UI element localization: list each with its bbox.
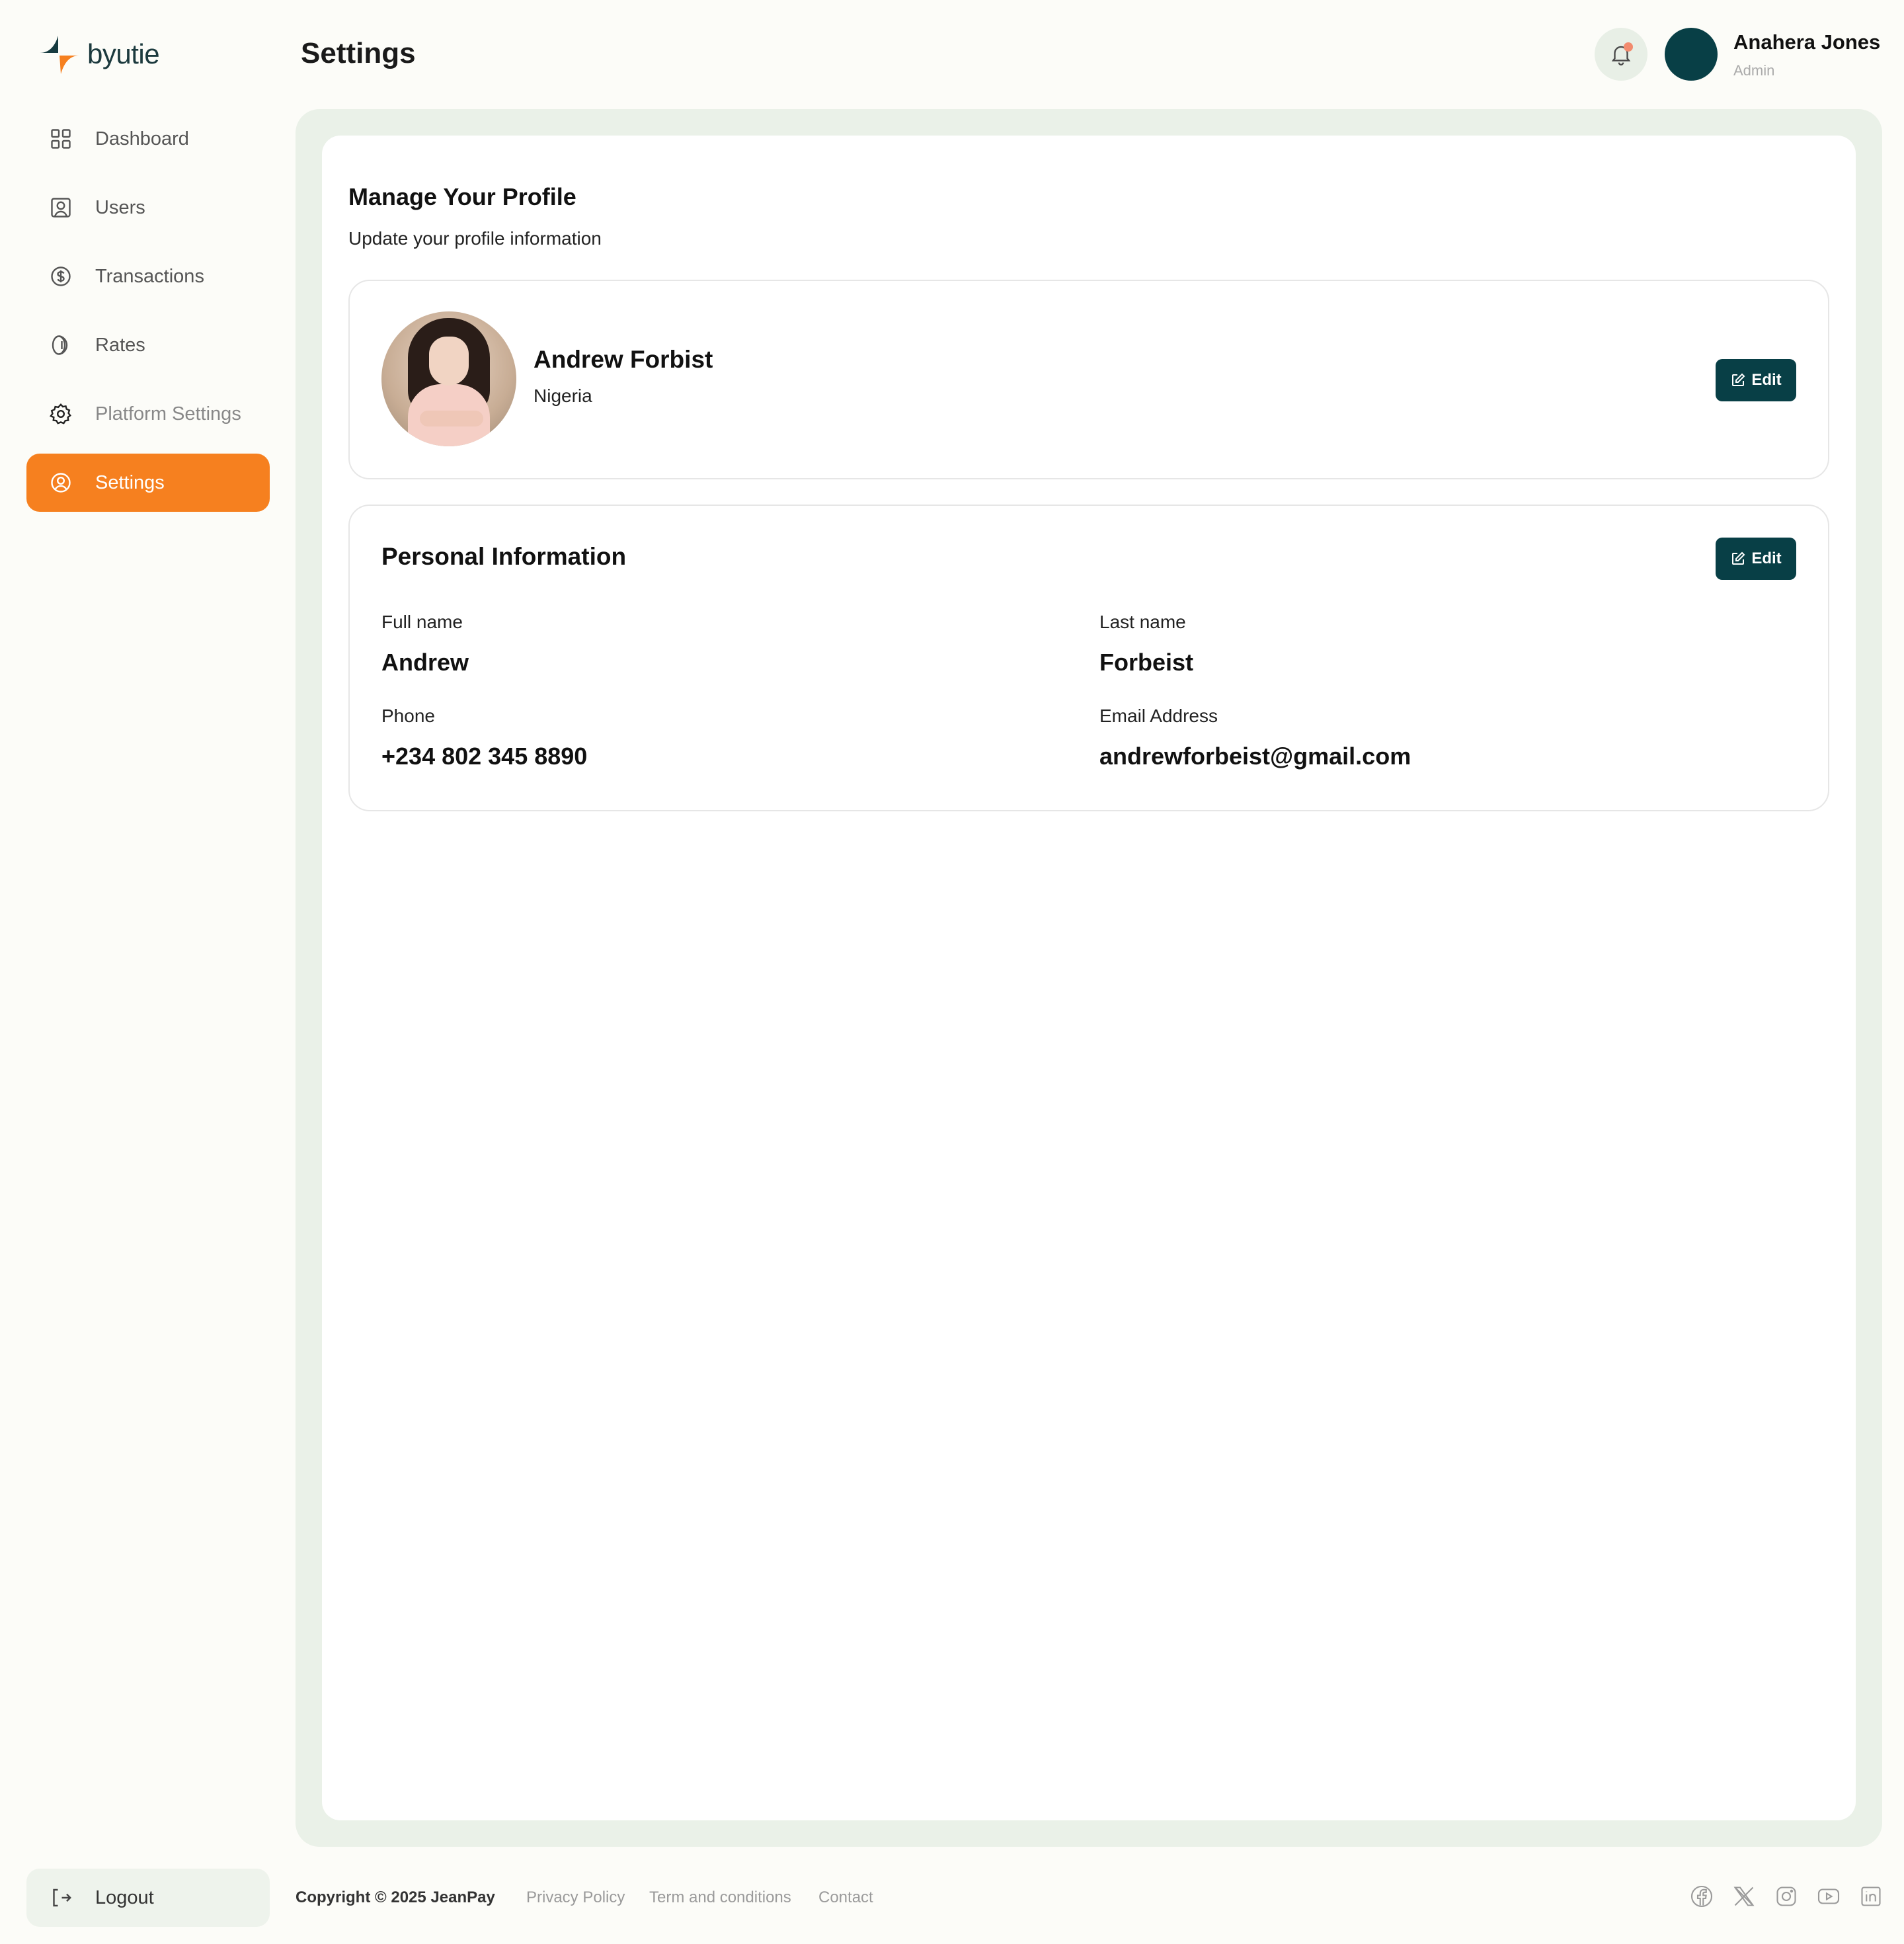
user-square-icon (48, 194, 74, 221)
brand-name: byutie (87, 38, 160, 69)
sidebar-item-label: Settings (95, 471, 165, 493)
edit-label: Edit (1751, 371, 1782, 389)
content-panel: Manage Your Profile Update your profile … (322, 136, 1856, 1820)
dollar-circle-icon (48, 263, 74, 290)
sidebar-item-label: Users (95, 196, 145, 218)
copyright: Copyright © 2025 JeanPay (296, 1888, 495, 1906)
personal-info-card: Personal Information Edit Full name Andr… (348, 505, 1829, 811)
phone-value: +234 802 345 8890 (381, 743, 588, 770)
sidebar-item-label: Dashboard (95, 128, 189, 149)
user-circle-icon (48, 469, 74, 496)
phone-label: Phone (381, 706, 435, 726)
grid-icon (48, 126, 74, 152)
linkedin-icon[interactable] (1859, 1884, 1883, 1908)
section-heading: Manage Your Profile (348, 183, 576, 210)
sidebar-nav: Dashboard Users Transactions Rates Platf… (26, 110, 270, 522)
logout-label: Logout (95, 1886, 154, 1908)
edit-icon (1732, 373, 1745, 386)
contact-link[interactable]: Contact (818, 1888, 873, 1907)
sidebar-item-label: Transactions (95, 265, 204, 287)
page-title: Settings (301, 37, 416, 69)
notification-dot (1624, 42, 1633, 52)
profile-country: Nigeria (534, 385, 592, 406)
logout-button[interactable]: Logout (26, 1869, 270, 1927)
profile-card: Andrew Forbist Nigeria Edit (348, 280, 1829, 479)
user-name: Anahera Jones (1733, 30, 1881, 54)
edit-icon (1732, 551, 1745, 565)
sidebar-item-users[interactable]: Users (26, 179, 270, 237)
x-icon[interactable] (1732, 1884, 1756, 1908)
gear-icon (48, 401, 74, 427)
edit-label: Edit (1751, 549, 1782, 567)
last-name-value: Forbeist (1099, 649, 1194, 676)
email-label: Email Address (1099, 706, 1218, 726)
edit-personal-info-button[interactable]: Edit (1716, 538, 1796, 580)
full-name-value: Andrew (381, 649, 469, 676)
instagram-icon[interactable] (1774, 1884, 1798, 1908)
content-frame: Manage Your Profile Update your profile … (296, 109, 1882, 1847)
sidebar-item-label: Platform Settings (95, 403, 241, 425)
personal-info-title: Personal Information (381, 543, 627, 570)
privacy-policy-link[interactable]: Privacy Policy (526, 1888, 625, 1907)
sidebar-item-rates[interactable]: Rates (26, 316, 270, 374)
user-avatar[interactable] (1665, 28, 1718, 81)
email-value: andrewforbeist@gmail.com (1099, 743, 1411, 770)
last-name-label: Last name (1099, 612, 1186, 632)
profile-photo (381, 311, 516, 446)
logout-icon (48, 1884, 74, 1911)
terms-link[interactable]: Term and conditions (649, 1888, 791, 1907)
brand-logo[interactable]: byutie (38, 33, 160, 75)
facebook-icon[interactable] (1690, 1884, 1714, 1908)
sidebar-item-transactions[interactable]: Transactions (26, 247, 270, 305)
edit-profile-button[interactable]: Edit (1716, 359, 1796, 401)
sidebar-item-dashboard[interactable]: Dashboard (26, 110, 270, 168)
user-role: Admin (1733, 62, 1775, 79)
section-subheading: Update your profile information (348, 228, 602, 249)
notification-button[interactable] (1595, 28, 1647, 81)
profile-name: Andrew Forbist (534, 346, 713, 373)
sidebar-item-platform-settings[interactable]: Platform Settings (26, 385, 270, 443)
full-name-label: Full name (381, 612, 463, 632)
byutie-logo-icon (40, 36, 79, 74)
coin-icon (48, 332, 74, 358)
sidebar-item-label: Rates (95, 334, 145, 356)
youtube-icon[interactable] (1817, 1884, 1841, 1908)
sidebar-item-settings[interactable]: Settings (26, 454, 270, 512)
